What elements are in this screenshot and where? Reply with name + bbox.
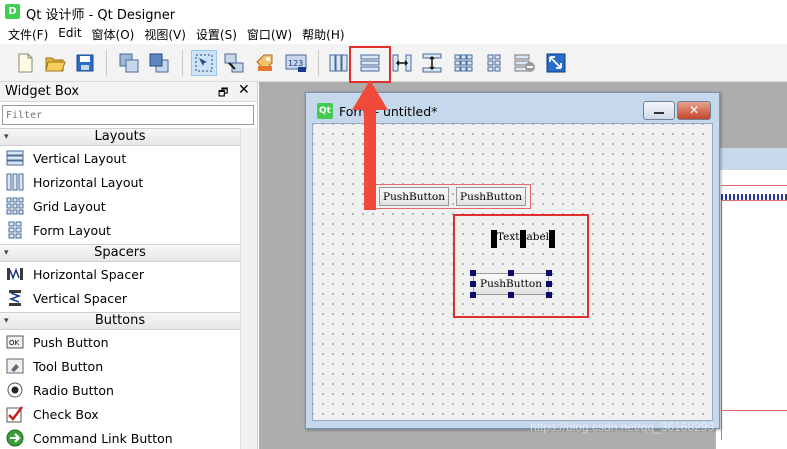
widget-item-label: Grid Layout bbox=[33, 198, 106, 214]
widget-item-grid-layout[interactable]: Grid Layout bbox=[5, 195, 106, 217]
widget-item-label: Push Button bbox=[33, 334, 109, 350]
widget-item-label: Horizontal Layout bbox=[33, 174, 144, 190]
radio-button-icon bbox=[5, 380, 25, 400]
edit-buddies-icon[interactable] bbox=[252, 50, 278, 76]
tool-button-icon bbox=[5, 356, 25, 376]
watermark-text: https://blog.csdn.net/qq_36168299 bbox=[530, 420, 715, 434]
menu-help[interactable]: 帮助(H) bbox=[300, 24, 352, 44]
horizontal-layout-icon bbox=[5, 172, 25, 192]
collapse-chevron-icon: ▾ bbox=[4, 248, 9, 258]
push-button-2[interactable]: PushButton bbox=[456, 187, 526, 206]
widget-item-form-layout[interactable]: Form Layout bbox=[5, 219, 111, 241]
menu-form[interactable]: 窗体(O) bbox=[90, 24, 143, 44]
widget-item-label: Vertical Layout bbox=[33, 150, 127, 166]
annotation-arrow-icon bbox=[352, 80, 388, 210]
close-button[interactable]: ✕ bbox=[677, 101, 711, 120]
check-box-icon bbox=[5, 404, 25, 424]
category-label: Spacers bbox=[94, 245, 146, 260]
background-form-window[interactable] bbox=[715, 148, 787, 449]
category-layouts[interactable]: ▾ Layouts bbox=[0, 128, 240, 146]
vertical-spacer-icon bbox=[5, 288, 25, 308]
adjust-size-icon[interactable] bbox=[543, 50, 569, 76]
lay-out-vertical-splitter-icon[interactable] bbox=[419, 50, 445, 76]
widget-item-label: Form Layout bbox=[33, 222, 111, 238]
bring-to-front-icon[interactable] bbox=[146, 50, 172, 76]
edit-tab-order-icon[interactable]: 123 bbox=[283, 50, 309, 76]
widget-item-horizontal-layout[interactable]: Horizontal Layout bbox=[5, 171, 143, 193]
menu-view[interactable]: 视图(V) bbox=[142, 24, 194, 44]
widget-item-label: Tool Button bbox=[33, 358, 104, 374]
qt-logo-icon: Qt bbox=[317, 103, 333, 119]
menu-settings[interactable]: 设置(S) bbox=[194, 24, 245, 44]
widget-item-vertical-spacer[interactable]: Vertical Spacer bbox=[5, 287, 127, 309]
send-to-back-icon[interactable] bbox=[116, 50, 142, 76]
svg-text:OK: OK bbox=[9, 339, 20, 347]
horizontal-spacer-icon bbox=[5, 264, 25, 284]
widget-item-label: Vertical Spacer bbox=[33, 290, 127, 306]
grid-layout-icon bbox=[5, 196, 25, 216]
float-dock-icon[interactable]: 🗗 bbox=[218, 84, 228, 103]
lay-out-grid-icon[interactable] bbox=[451, 50, 477, 76]
menu-bar: 文件(F) Edit 窗体(O) 视图(V) 设置(S) 窗口(W) 帮助(H) bbox=[0, 24, 787, 44]
minimize-button[interactable] bbox=[643, 101, 675, 120]
category-spacers[interactable]: ▾ Spacers bbox=[0, 244, 240, 262]
widget-item-command-link-button[interactable]: Command Link Button bbox=[5, 427, 173, 449]
widget-item-tool-button[interactable]: Tool Button bbox=[5, 355, 103, 377]
push-button-icon: OK bbox=[5, 332, 25, 352]
collapse-chevron-icon: ▾ bbox=[4, 316, 9, 326]
vertical-layout-icon bbox=[5, 148, 25, 168]
collapse-chevron-icon: ▾ bbox=[4, 132, 9, 142]
qt-designer-app-icon: D bbox=[5, 4, 20, 19]
widget-item-label: Radio Button bbox=[33, 382, 114, 398]
annotation-toolbar-highlight bbox=[349, 46, 391, 83]
annotation-selection-box bbox=[453, 214, 589, 318]
widget-box-header: Widget Box 🗗 ✕ bbox=[0, 82, 257, 102]
widget-item-check-box[interactable]: Check Box bbox=[5, 403, 99, 425]
edit-widgets-icon[interactable] bbox=[191, 50, 217, 76]
close-dock-icon[interactable]: ✕ bbox=[238, 82, 250, 98]
widget-item-radio-button[interactable]: Radio Button bbox=[5, 379, 114, 401]
widget-item-label: Command Link Button bbox=[33, 430, 173, 446]
break-layout-icon[interactable] bbox=[512, 50, 538, 76]
window-title: Qt 设计师 - Qt Designer bbox=[26, 8, 176, 23]
open-folder-icon[interactable] bbox=[42, 50, 68, 76]
lay-out-horizontal-splitter-icon[interactable] bbox=[389, 50, 415, 76]
filter-input[interactable] bbox=[2, 105, 254, 125]
category-buttons[interactable]: ▾ Buttons bbox=[0, 312, 240, 330]
form-layout-icon bbox=[5, 220, 25, 240]
svg-text:123: 123 bbox=[288, 59, 303, 68]
widget-box-dock: Widget Box 🗗 ✕ ▾ Layouts Vertical Layout… bbox=[0, 82, 258, 449]
menu-file[interactable]: 文件(F) bbox=[6, 24, 56, 44]
category-label: Layouts bbox=[94, 129, 146, 144]
title-bar: D Qt 设计师 - Qt Designer bbox=[0, 0, 787, 24]
main-toolbar: 123 bbox=[0, 44, 787, 82]
widget-item-push-button[interactable]: OK Push Button bbox=[5, 331, 109, 353]
widget-item-label: Check Box bbox=[33, 406, 99, 422]
category-label: Buttons bbox=[94, 313, 146, 328]
widget-box-scrollbar[interactable] bbox=[240, 128, 257, 449]
menu-edit[interactable]: Edit bbox=[56, 24, 89, 44]
widget-item-label: Horizontal Spacer bbox=[33, 266, 145, 282]
widget-item-horizontal-spacer[interactable]: Horizontal Spacer bbox=[5, 263, 144, 285]
command-link-icon bbox=[5, 428, 25, 448]
lay-out-form-icon[interactable] bbox=[481, 50, 507, 76]
save-icon[interactable] bbox=[72, 50, 98, 76]
menu-window[interactable]: 窗口(W) bbox=[245, 24, 300, 44]
widget-item-vertical-layout[interactable]: Vertical Layout bbox=[5, 147, 126, 169]
widget-box-title: Widget Box bbox=[5, 84, 80, 99]
new-file-icon[interactable] bbox=[12, 50, 38, 76]
edit-signals-slots-icon[interactable] bbox=[221, 50, 247, 76]
